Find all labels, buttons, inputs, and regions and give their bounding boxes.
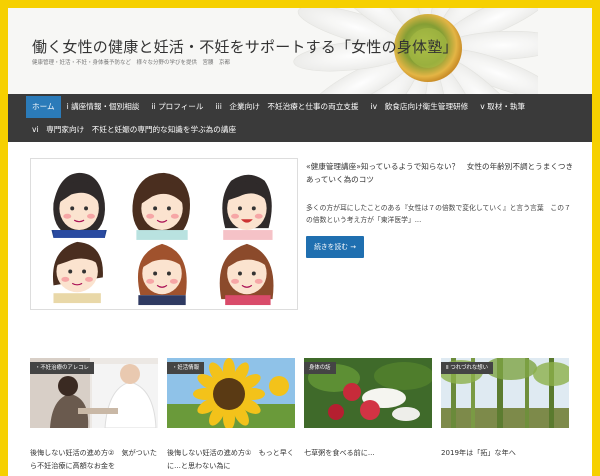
- woman-4: [52, 241, 103, 304]
- woman-1: [51, 172, 107, 238]
- post-card[interactable]: Ⅱ つれづれな想い 2019年は「拓」な年へ: [439, 356, 573, 459]
- six-women-illustration[interactable]: [30, 158, 298, 310]
- post-card[interactable]: ・不妊治療のアレコレ 後悔しない妊活の進め方② 気がついたら不妊治療に高額なお金…: [30, 358, 158, 472]
- post-card[interactable]: 身体の話 七草粥を食べる前に...: [304, 358, 434, 459]
- nav-row-2: vi 専門家向け 不妊と妊娠の専門的な知識を学ぶ為の講座: [26, 119, 242, 141]
- site-title[interactable]: 働く女性の健康と妊活・不妊をサポートする「女性の身体塾」: [32, 36, 458, 57]
- woman-3: [222, 174, 273, 240]
- site-header: 働く女性の健康と妊活・不妊をサポートする「女性の身体塾」 健康管理・妊活・不妊・…: [8, 8, 592, 94]
- woman-5: [137, 243, 187, 306]
- post-category-badge[interactable]: 身体の話: [304, 362, 336, 374]
- post-title[interactable]: 後悔しない妊活の進め方② 気がついたら不妊治療に高額なお金を: [30, 446, 158, 472]
- nav-item-restaurant[interactable]: iv 飲食店向け衛生管理研修: [365, 96, 475, 118]
- nav-item-home[interactable]: ホーム: [26, 96, 61, 118]
- post-category-badge[interactable]: ・不妊治療のアレコレ: [30, 362, 94, 374]
- nav-item-media[interactable]: v 取材・執筆: [474, 96, 531, 118]
- read-more-button[interactable]: 続きを読む →: [306, 236, 364, 258]
- nav-item-courses[interactable]: i 講座情報・個別相談: [61, 96, 146, 118]
- post-category-badge[interactable]: Ⅱ つれづれな想い: [441, 362, 493, 374]
- post-title[interactable]: 後悔しない妊活の進め方① もっと早くに...と思わない為に: [167, 446, 295, 472]
- post-card[interactable]: ・妊活情報 後悔しない妊活の進め方① もっと早くに...と思わない為に: [167, 358, 295, 472]
- nav-item-corporate[interactable]: iii 企業向け 不妊治療と仕事の両立支援: [209, 96, 364, 118]
- post-title[interactable]: 七草粥を食べる前に...: [304, 446, 432, 459]
- woman-2: [132, 172, 190, 240]
- post-title[interactable]: 2019年は「拓」な年へ: [441, 446, 569, 459]
- site-description: 健康管理・妊活・不妊・身体養予防など 様々な分野の学びを提供 宮腰 京都: [32, 60, 231, 66]
- woman-6: [219, 243, 274, 306]
- nav-item-profile[interactable]: ii プロフィール: [145, 96, 209, 118]
- featured-post-excerpt: 多くの方が耳にしたことのある『女性は７の倍数で変化していく』と言う言葉 この７の…: [306, 204, 571, 224]
- post-category-badge[interactable]: ・妊活情報: [167, 362, 204, 374]
- main-navigation: ホーム i 講座情報・個別相談 ii プロフィール iii 企業向け 不妊治療と…: [8, 94, 592, 142]
- nav-item-professionals[interactable]: vi 専門家向け 不妊と妊娠の専門的な知識を学ぶ為の講座: [26, 119, 242, 141]
- page: 働く女性の健康と妊活・不妊をサポートする「女性の身体塾」 健康管理・妊活・不妊・…: [8, 8, 592, 476]
- nav-row-1: ホーム i 講座情報・個別相談 ii プロフィール iii 企業向け 不妊治療と…: [26, 96, 531, 118]
- featured-post-title[interactable]: «健康管理講座»知っているようで知らない？ 女性の年齢別不調とうまくつきあってい…: [306, 160, 574, 186]
